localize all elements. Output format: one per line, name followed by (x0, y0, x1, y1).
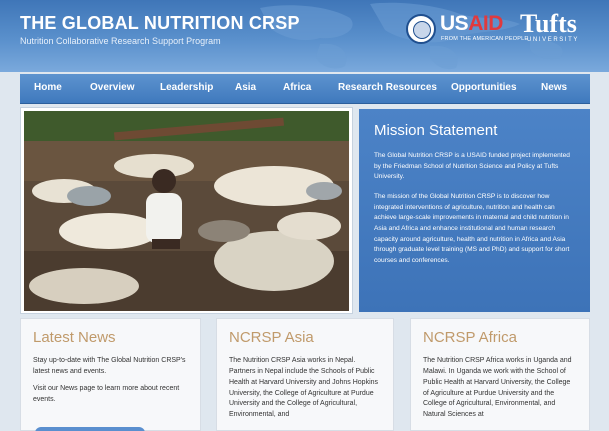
nav-item-opportunities[interactable]: Opportunities (451, 82, 517, 93)
hero-photo (24, 111, 349, 311)
main-nav: Home Overview Leadership Asia Africa Res… (20, 74, 590, 104)
usaid-tagline: FROM THE AMERICAN PEOPLE (441, 36, 529, 42)
latest-news-card: Latest News Stay up-to-date with The Glo… (20, 318, 201, 431)
usaid-logo-aid: AID (468, 12, 503, 35)
usaid-logo-us: US (440, 12, 469, 35)
mission-statement-panel: Mission Statement The Global Nutrition C… (359, 109, 590, 312)
nav-item-overview[interactable]: Overview (90, 82, 134, 93)
site-header: THE GLOBAL NUTRITION CRSP Nutrition Coll… (0, 0, 609, 72)
ncrsp-africa-paragraph: The Nutrition CRSP Africa works in Ugand… (423, 357, 572, 419)
ncrsp-asia-card: NCRSP Asia The Nutrition CRSP Asia works… (216, 318, 394, 431)
latest-news-paragraph-1: Stay up-to-date with The Global Nutritio… (33, 357, 186, 375)
tufts-tagline: UNIVERSITY (527, 37, 580, 43)
mission-paragraph-2: The mission of the Global Nutrition CRSP… (374, 193, 570, 265)
news-button[interactable] (35, 427, 145, 431)
ncrsp-africa-title[interactable]: NCRSP Africa (423, 329, 577, 346)
nav-item-research-resources[interactable]: Research Resources (338, 82, 437, 93)
mission-paragraph-1: The Global Nutrition CRSP is a USAID fun… (374, 152, 570, 181)
nav-item-home[interactable]: Home (34, 82, 62, 93)
latest-news-paragraph-2: Visit our News page to learn more about … (33, 384, 180, 403)
ncrsp-asia-paragraph: The Nutrition CRSP Asia works in Nepal. … (229, 357, 379, 419)
site-title[interactable]: THE GLOBAL NUTRITION CRSP (20, 13, 300, 34)
ncrsp-asia-title[interactable]: NCRSP Asia (229, 329, 381, 346)
mission-title: Mission Statement (374, 122, 498, 139)
nav-item-news[interactable]: News (541, 82, 567, 93)
usaid-seal-icon (406, 14, 436, 44)
nav-item-africa[interactable]: Africa (283, 82, 311, 93)
hero-photo-frame (20, 107, 353, 314)
nav-item-asia[interactable]: Asia (235, 82, 256, 93)
latest-news-title[interactable]: Latest News (33, 329, 188, 346)
site-subtitle: Nutrition Collaborative Research Support… (20, 36, 221, 46)
ncrsp-africa-card: NCRSP Africa The Nutrition CRSP Africa w… (410, 318, 590, 431)
usaid-logo[interactable]: USAID (440, 12, 503, 36)
nav-item-leadership[interactable]: Leadership (160, 82, 213, 93)
tufts-logo[interactable]: Tufts (520, 9, 577, 39)
